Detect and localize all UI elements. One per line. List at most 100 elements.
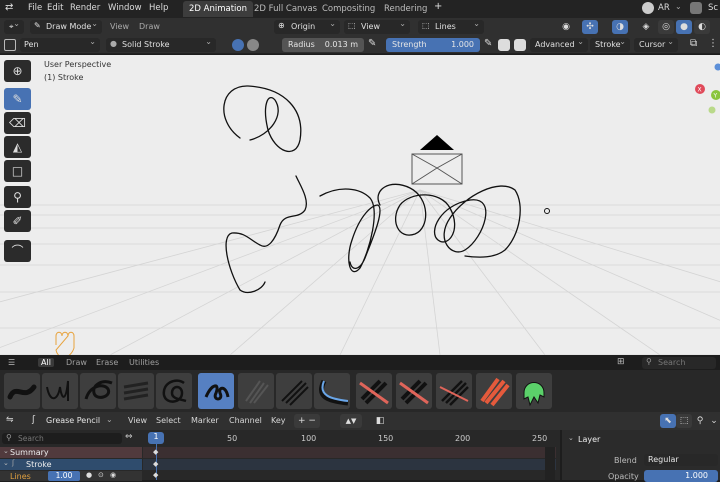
layer-visibility-icon[interactable]: ◧: [372, 414, 388, 428]
tab-utilities[interactable]: Utilities: [129, 358, 159, 367]
brush-thumb[interactable]: [238, 373, 274, 409]
cursor-tool-icon[interactable]: ⊕: [4, 60, 31, 82]
menu-draw[interactable]: Draw: [139, 22, 160, 31]
brush-thumb[interactable]: [80, 373, 116, 409]
menu-window[interactable]: Window: [108, 3, 142, 13]
menu-icon[interactable]: ☰: [8, 358, 15, 367]
solid-shading-icon[interactable]: ●: [676, 20, 692, 34]
guides-dropdown[interactable]: ⬚ Lines: [418, 20, 484, 34]
brush-thumb[interactable]: [4, 373, 40, 409]
tab-2d-animation[interactable]: 2D Animation: [183, 1, 253, 17]
channel-summary[interactable]: ⌄ Summary: [0, 447, 142, 458]
move-layer-buttons[interactable]: ▲▼: [340, 414, 362, 428]
brush-thumb[interactable]: [436, 373, 472, 409]
only-selected-icon[interactable]: ⬉: [660, 414, 676, 428]
navigation-gizmo[interactable]: X Y: [695, 64, 720, 114]
channel-search-input[interactable]: ⚲ Search: [2, 433, 122, 444]
menu-edit[interactable]: Edit: [47, 3, 63, 13]
brush-thumb[interactable]: [42, 373, 78, 409]
brush-thumb[interactable]: [396, 373, 432, 409]
more-icon[interactable]: ⋮: [708, 38, 718, 49]
stroke-type-dropdown[interactable]: ● Solid Stroke: [106, 38, 216, 52]
keyframe-icon[interactable]: ◆: [153, 448, 158, 456]
opacity-field[interactable]: 1.000: [644, 470, 718, 482]
stroke-dropdown[interactable]: Stroke: [590, 38, 630, 52]
stabilize-icon[interactable]: [498, 39, 510, 51]
brush-thumb[interactable]: [314, 373, 350, 409]
current-frame-indicator[interactable]: 1: [148, 432, 164, 444]
brush-thumb[interactable]: [276, 373, 312, 409]
editor-type-icon[interactable]: ⇄: [5, 2, 13, 13]
scene-icon[interactable]: [642, 2, 654, 14]
strength-field[interactable]: Strength 1.000: [386, 38, 480, 52]
curve-tool-icon[interactable]: ⌒: [4, 240, 31, 262]
menu-help[interactable]: Help: [149, 3, 168, 13]
tab-draw[interactable]: Draw: [66, 358, 87, 367]
add-workspace-button[interactable]: +: [434, 1, 442, 12]
brush-selector[interactable]: Pen: [20, 38, 100, 52]
color-mode-icon[interactable]: [247, 39, 259, 51]
menu-select[interactable]: Select: [156, 416, 181, 425]
mode-dropdown[interactable]: ✎ Draw Mode: [30, 20, 102, 34]
tab-compositing[interactable]: Compositing: [316, 1, 381, 17]
menu-marker[interactable]: Marker: [191, 416, 219, 425]
keyframe-icon[interactable]: ◆: [153, 460, 158, 468]
menu-file[interactable]: File: [28, 3, 42, 13]
menu-view[interactable]: View: [110, 22, 129, 31]
advanced-dropdown[interactable]: Advanced: [530, 38, 588, 52]
dopesheet-editor-icon[interactable]: ⇋: [6, 415, 14, 425]
brush-thumb[interactable]: [156, 373, 192, 409]
editor-type-dropdown[interactable]: ⌖: [4, 20, 24, 34]
3d-cursor[interactable]: [545, 209, 550, 214]
grease-pencil-stroke[interactable]: [224, 86, 520, 292]
menu-view[interactable]: View: [128, 416, 147, 425]
cursor-dropdown[interactable]: Cursor: [634, 38, 678, 52]
grid-view-icon[interactable]: ⊞: [617, 357, 625, 367]
interpolate-tool-icon[interactable]: ✐: [4, 210, 31, 232]
tab-erase[interactable]: Erase: [96, 358, 118, 367]
menu-channel[interactable]: Channel: [229, 416, 262, 425]
dopesheet-mode-dropdown[interactable]: Grease Pencil: [46, 416, 100, 425]
brush-thumb[interactable]: [118, 373, 154, 409]
scene-browse-icon[interactable]: [690, 2, 702, 14]
tab-rendering[interactable]: Rendering: [378, 1, 433, 17]
onion-skin-icon[interactable]: ◉: [110, 471, 116, 479]
draw-tool-icon[interactable]: ✎: [4, 88, 31, 110]
menu-key[interactable]: Key: [271, 416, 286, 425]
strength-pressure-icon[interactable]: ✎: [484, 38, 492, 49]
material-shading-icon[interactable]: ◐: [694, 20, 710, 34]
add-layer-button[interactable]: + −: [294, 414, 320, 428]
chevron-down-icon[interactable]: ⌄: [568, 434, 574, 442]
overlay-toggle-icon[interactable]: ◑: [612, 20, 628, 34]
scene-selector[interactable]: AR: [658, 3, 670, 13]
visibility-icon[interactable]: ◉: [558, 20, 574, 34]
3d-viewport[interactable]: X Y User Perspective (1) Stroke: [0, 55, 720, 355]
fill-tool-icon[interactable]: ◭: [4, 136, 31, 158]
channel-stroke[interactable]: ⌄ ʃ Stroke: [0, 459, 142, 470]
material-preview-icon[interactable]: [232, 39, 244, 51]
scene-name-field[interactable]: Sc: [708, 3, 718, 13]
radius-field[interactable]: Radius 0.013 m: [282, 38, 364, 52]
eyedropper-tool-icon[interactable]: ⚲: [4, 186, 31, 208]
timeline-scrollbar[interactable]: [545, 447, 555, 480]
brush-thumb[interactable]: [516, 373, 552, 409]
wireframe-shading-icon[interactable]: ◎: [658, 20, 674, 34]
visibility-icon[interactable]: ●: [86, 471, 92, 479]
snap-icon[interactable]: ⧉: [690, 38, 697, 49]
show-hidden-icon[interactable]: ⬚: [676, 414, 692, 428]
brush-thumb-pen[interactable]: [198, 373, 234, 409]
dopesheet-area[interactable]: ⚲ Search ⇔ 1 50 100 150 200 250 ⌄ Summar…: [0, 430, 560, 480]
menu-render[interactable]: Render: [70, 3, 100, 13]
brush-search-input[interactable]: ⚲ Search: [642, 357, 716, 369]
gizmo-toggle-icon[interactable]: ✣: [582, 20, 598, 34]
lock-icon[interactable]: ⊙: [98, 471, 104, 479]
view-align-dropdown[interactable]: ⬚ View: [344, 20, 410, 34]
snapping-icon[interactable]: [514, 39, 526, 51]
xray-icon[interactable]: ◈: [638, 20, 654, 34]
origin-dropdown[interactable]: ⊕ Origin: [274, 20, 340, 34]
tab-all[interactable]: All: [38, 358, 54, 367]
tab-2d-full-canvas[interactable]: 2D Full Canvas: [248, 1, 323, 17]
more-icon[interactable]: ⌄: [706, 414, 720, 428]
blend-mode-dropdown[interactable]: Regular: [644, 454, 718, 466]
radius-pressure-icon[interactable]: ✎: [368, 38, 376, 49]
